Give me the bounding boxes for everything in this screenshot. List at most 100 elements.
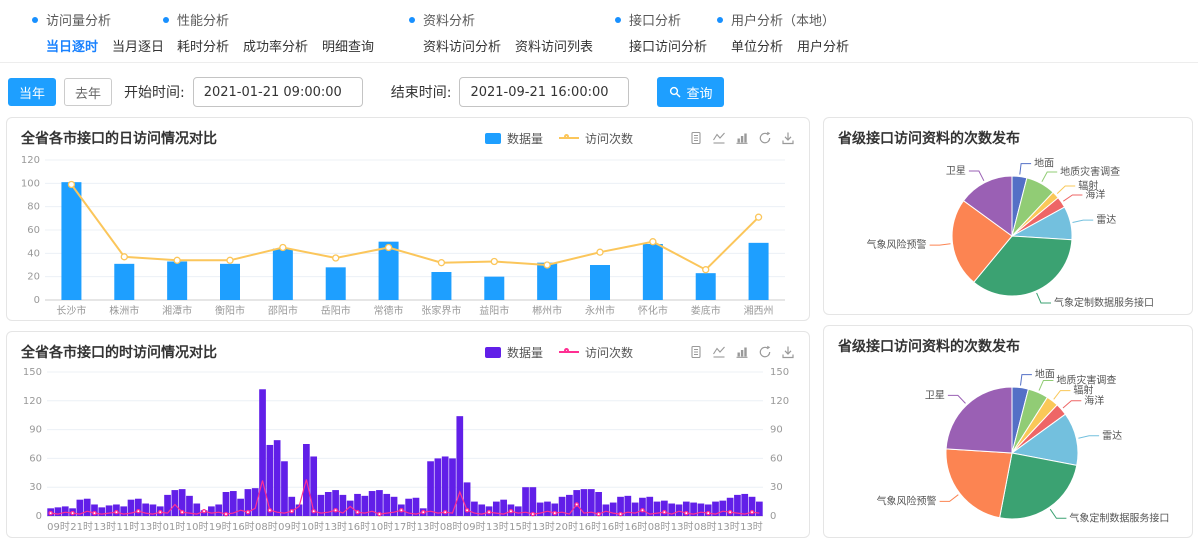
svg-text:80: 80 bbox=[27, 202, 40, 213]
svg-text:益阳市: 益阳市 bbox=[479, 304, 509, 317]
legend-bar-label[interactable]: 数据量 bbox=[507, 344, 543, 361]
svg-text:0: 0 bbox=[770, 511, 776, 522]
svg-text:16时: 16时 bbox=[347, 521, 370, 533]
svg-text:20时: 20时 bbox=[555, 521, 578, 533]
download-icon[interactable] bbox=[781, 345, 795, 359]
svg-text:卫星: 卫星 bbox=[925, 389, 945, 401]
nav-link-data-access-list[interactable]: 资料访问列表 bbox=[515, 36, 593, 55]
svg-text:卫星: 卫星 bbox=[946, 165, 966, 177]
line-chart-icon[interactable] bbox=[712, 131, 726, 145]
nav-link-success-rate[interactable]: 成功率分析 bbox=[243, 36, 308, 55]
svg-text:120: 120 bbox=[770, 396, 789, 407]
svg-text:气象风险预警: 气象风险预警 bbox=[867, 238, 927, 251]
bullet-icon bbox=[163, 17, 169, 23]
nav-link-unit-analysis[interactable]: 单位分析 bbox=[731, 36, 783, 55]
svg-text:08时: 08时 bbox=[648, 521, 671, 533]
chart-toolbox bbox=[689, 345, 795, 359]
end-time-input[interactable] bbox=[459, 77, 629, 107]
svg-text:10时: 10时 bbox=[186, 521, 209, 533]
legend-bar-swatch bbox=[485, 347, 501, 358]
dashboard-page: 访问量分析 当日逐时 当月逐日 性能分析 耗时分析 成功率分析 明细查询 资料分… bbox=[0, 0, 1198, 547]
svg-text:0: 0 bbox=[34, 295, 40, 306]
search-button[interactable]: 查询 bbox=[657, 77, 724, 107]
start-time-label: 开始时间: bbox=[124, 82, 185, 102]
svg-text:怀化市: 怀化市 bbox=[638, 304, 668, 317]
nav-link-interface-access[interactable]: 接口访问分析 bbox=[629, 36, 707, 55]
svg-text:16时: 16时 bbox=[602, 521, 625, 533]
pie-panel-2: 省级接口访问资料的次数发布 地面地质灾害调查辐射海洋雷达气象定制数据服务接口气象… bbox=[823, 325, 1193, 538]
nav-link-time-cost[interactable]: 耗时分析 bbox=[177, 36, 229, 55]
svg-text:雷达: 雷达 bbox=[1096, 214, 1116, 226]
legend-bar-label[interactable]: 数据量 bbox=[507, 130, 543, 147]
svg-text:100: 100 bbox=[21, 178, 40, 189]
svg-text:常德市: 常德市 bbox=[374, 304, 404, 317]
this-year-button[interactable]: 当年 bbox=[8, 78, 56, 106]
svg-text:湘潭市: 湘潭市 bbox=[162, 304, 192, 317]
nav-link-monthly-daily[interactable]: 当月逐日 bbox=[112, 36, 164, 55]
svg-text:16时: 16时 bbox=[625, 521, 648, 533]
nav-group-interface: 接口分析 接口访问分析 bbox=[615, 10, 707, 55]
svg-text:10时: 10时 bbox=[301, 521, 324, 533]
svg-text:16时: 16时 bbox=[578, 521, 601, 533]
legend-line-label[interactable]: 访问次数 bbox=[585, 130, 633, 147]
nav-link-data-access-analysis[interactable]: 资料访问分析 bbox=[423, 36, 501, 55]
svg-text:岳阳市: 岳阳市 bbox=[321, 304, 351, 317]
download-icon[interactable] bbox=[781, 131, 795, 145]
nav-link-daily-hourly[interactable]: 当日逐时 bbox=[46, 36, 98, 55]
svg-text:邵阳市: 邵阳市 bbox=[268, 304, 298, 317]
svg-text:01时: 01时 bbox=[163, 521, 186, 533]
svg-text:30: 30 bbox=[770, 482, 783, 493]
svg-text:13时: 13时 bbox=[740, 521, 763, 533]
svg-text:娄底市: 娄底市 bbox=[691, 304, 721, 317]
svg-text:150: 150 bbox=[770, 367, 789, 378]
svg-text:60: 60 bbox=[770, 453, 783, 464]
svg-text:气象定制数据服务接口: 气象定制数据服务接口 bbox=[1054, 296, 1154, 309]
restore-icon[interactable] bbox=[758, 131, 772, 145]
svg-text:地质灾害调查: 地质灾害调查 bbox=[1056, 373, 1116, 386]
svg-text:11时: 11时 bbox=[116, 521, 139, 533]
daily-chart-canvas: 020406080100120长沙市株洲市湘潭市衡阳市邵阳市岳阳市常德市张家界市… bbox=[7, 148, 809, 324]
svg-text:120: 120 bbox=[23, 396, 42, 407]
legend-line-swatch bbox=[559, 351, 579, 353]
bar-chart-icon[interactable] bbox=[735, 345, 749, 359]
svg-text:气象定制数据服务接口: 气象定制数据服务接口 bbox=[1069, 511, 1169, 524]
nav-link-detail-query[interactable]: 明细查询 bbox=[322, 36, 374, 55]
chart-title: 全省各市接口的时访问情况对比 bbox=[21, 342, 485, 362]
data-view-icon[interactable] bbox=[689, 345, 703, 359]
last-year-button[interactable]: 去年 bbox=[64, 78, 112, 106]
svg-text:张家界市: 张家界市 bbox=[421, 304, 461, 317]
svg-text:地质灾害调查: 地质灾害调查 bbox=[1060, 165, 1120, 178]
svg-text:10时: 10时 bbox=[371, 521, 394, 533]
svg-text:地面: 地面 bbox=[1034, 157, 1054, 170]
svg-text:13时: 13时 bbox=[417, 521, 440, 533]
line-chart-icon[interactable] bbox=[712, 345, 726, 359]
svg-text:90: 90 bbox=[29, 425, 42, 436]
svg-text:08时: 08时 bbox=[440, 521, 463, 533]
svg-text:气象风险预警: 气象风险预警 bbox=[877, 494, 937, 507]
pie-chart-canvas: 地面地质灾害调查辐射海洋雷达气象定制数据服务接口气象风险预警卫星 bbox=[824, 148, 1192, 314]
svg-text:永州市: 永州市 bbox=[585, 304, 615, 317]
svg-text:13时: 13时 bbox=[717, 521, 740, 533]
nav-group-data: 资料分析 资料访问分析 资料访问列表 bbox=[409, 10, 593, 55]
legend-line-label[interactable]: 访问次数 bbox=[585, 344, 633, 361]
chart-title: 全省各市接口的日访问情况对比 bbox=[21, 128, 485, 148]
svg-text:120: 120 bbox=[21, 155, 40, 166]
svg-text:海洋: 海洋 bbox=[1084, 394, 1104, 407]
nav-group-performance: 性能分析 耗时分析 成功率分析 明细查询 bbox=[163, 10, 374, 55]
bar-chart-icon[interactable] bbox=[735, 131, 749, 145]
chart-legend: 数据量 访问次数 bbox=[485, 130, 633, 147]
hourly-chart-panel: 全省各市接口的时访问情况对比 数据量 访问次数 0030306060909012… bbox=[6, 331, 810, 538]
restore-icon[interactable] bbox=[758, 345, 772, 359]
svg-text:19时: 19时 bbox=[209, 521, 232, 533]
nav-link-user-analysis[interactable]: 用户分析 bbox=[797, 36, 849, 55]
start-time-input[interactable] bbox=[193, 77, 363, 107]
daily-chart-panel: 全省各市接口的日访问情况对比 数据量 访问次数 020406080100120长… bbox=[6, 117, 810, 321]
svg-text:17时: 17时 bbox=[394, 521, 417, 533]
data-view-icon[interactable] bbox=[689, 131, 703, 145]
chart-toolbox bbox=[689, 131, 795, 145]
nav-group-title: 访问量分析 bbox=[46, 10, 111, 29]
svg-text:辐射: 辐射 bbox=[1073, 384, 1093, 397]
svg-text:08时: 08时 bbox=[255, 521, 278, 533]
svg-text:13时: 13时 bbox=[671, 521, 694, 533]
svg-text:13时: 13时 bbox=[486, 521, 509, 533]
